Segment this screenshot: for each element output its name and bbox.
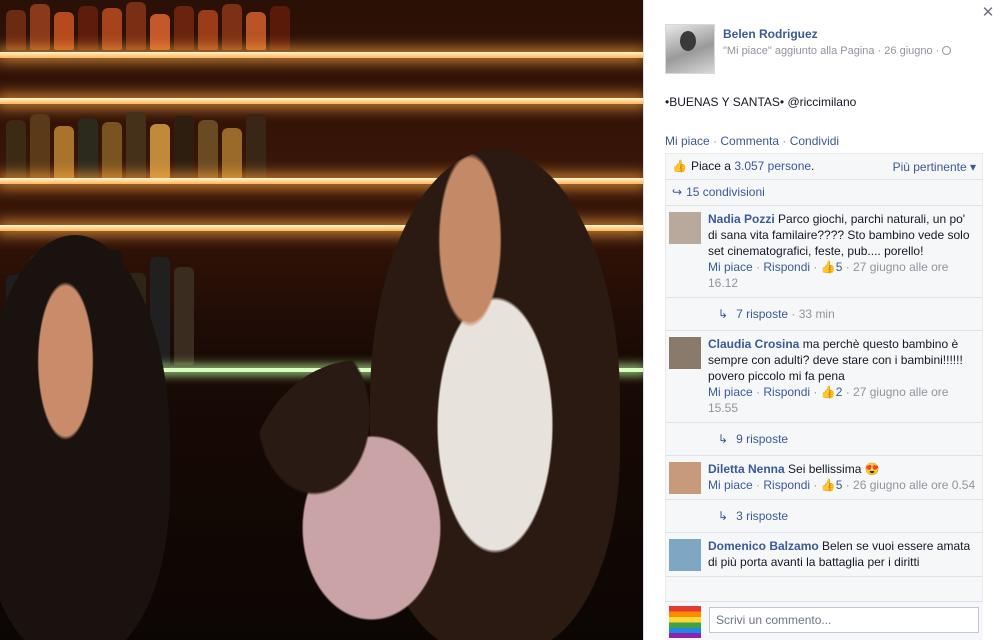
- comment-item: Domenico Balzamo Belen se vuoi essere am…: [666, 533, 982, 577]
- likes-suffix: .: [811, 159, 815, 173]
- my-avatar: [669, 606, 701, 638]
- comment-author[interactable]: Claudia Crosina: [708, 337, 799, 351]
- reply-arrow-icon: ↳: [718, 307, 729, 321]
- commenter-avatar[interactable]: [669, 212, 701, 244]
- thumbs-up-icon: 👍: [820, 260, 836, 274]
- comment-likes-number: 5: [835, 260, 843, 274]
- comment-like-count[interactable]: 👍5: [821, 260, 843, 274]
- comment-reply-link[interactable]: Rispondi: [763, 478, 810, 492]
- thumbs-up-icon: 👍: [820, 478, 836, 492]
- comment-like-count[interactable]: 👍5: [821, 478, 843, 492]
- comment-like-link[interactable]: Mi piace: [708, 260, 753, 274]
- comment-composer: [665, 601, 983, 640]
- post-subline-text: "Mi piace" aggiunto alla Pagina · 26 giu…: [723, 45, 940, 57]
- thumbs-up-icon: 👍: [672, 159, 687, 173]
- post-header: Belen Rodriguez "Mi piace" aggiunto alla…: [665, 24, 983, 76]
- comment-reply-link[interactable]: Rispondi: [763, 385, 810, 399]
- comment-like-link[interactable]: Mi piace: [708, 478, 753, 492]
- comment-meta: Mi piace · Rispondi · 👍5 · 27 giugno all…: [708, 260, 949, 290]
- share-link[interactable]: Condividi: [790, 134, 839, 148]
- comment-item: Claudia Crosina ma perchè questo bambino…: [666, 331, 982, 423]
- photo-child: [245, 360, 475, 640]
- commenter-avatar[interactable]: [669, 462, 701, 494]
- post-photo[interactable]: [0, 0, 643, 640]
- view-replies[interactable]: ↳ 7 risposte · 33 min: [666, 298, 982, 331]
- comment-reply-link[interactable]: Rispondi: [763, 260, 810, 274]
- comment-likes-number: 2: [835, 385, 843, 399]
- comment-input[interactable]: [709, 607, 979, 633]
- thumbs-up-icon: 👍: [820, 385, 836, 399]
- reply-arrow-icon: ↳: [718, 432, 729, 446]
- action-separator: ·: [779, 134, 790, 148]
- sort-dropdown[interactable]: Più pertinente ▾: [893, 160, 976, 174]
- comment-meta: Mi piace · Rispondi · 👍5 · 26 giugno all…: [708, 478, 976, 492]
- likes-prefix: Piace a: [690, 159, 735, 173]
- comment-like-link[interactable]: Mi piace: [708, 385, 753, 399]
- comment-text: Sei bellissima 😍: [784, 462, 880, 476]
- comment-author[interactable]: Domenico Balzamo: [708, 539, 819, 553]
- commenter-avatar[interactable]: [669, 539, 701, 571]
- shares-summary[interactable]: ↪ 15 condivisioni: [666, 180, 982, 206]
- replies-count: 3 risposte: [736, 509, 789, 523]
- commenter-avatar[interactable]: [669, 337, 701, 369]
- comment-item: Diletta Nenna Sei bellissima 😍 Mi piace …: [666, 456, 982, 500]
- replies-count: 9 risposte: [736, 432, 789, 446]
- post-subline: "Mi piace" aggiunto alla Pagina · 26 giu…: [723, 45, 952, 57]
- close-icon[interactable]: ✕: [981, 5, 995, 20]
- replies-time: · 33 min: [788, 307, 835, 321]
- comment-item: Nadia Pozzi Parco giochi, parchi natural…: [666, 206, 982, 298]
- likes-count-link[interactable]: 3.057 persone: [734, 159, 811, 173]
- action-separator: ·: [709, 134, 721, 148]
- post-actions: Mi piace · Commenta · Condividi: [665, 134, 839, 148]
- replies-count: 7 risposte: [736, 307, 789, 321]
- comment-author[interactable]: Diletta Nenna: [708, 462, 785, 476]
- comment-author[interactable]: Nadia Pozzi: [708, 212, 775, 226]
- like-link[interactable]: Mi piace: [665, 134, 710, 148]
- author-avatar[interactable]: [665, 24, 715, 74]
- author-name[interactable]: Belen Rodriguez: [723, 27, 818, 41]
- likes-summary: 👍 Piace a 3.057 persone. Più pertinente ▾: [666, 154, 982, 180]
- share-arrow-icon: ↪: [672, 185, 683, 199]
- comment-link[interactable]: Commenta: [720, 134, 779, 148]
- view-replies[interactable]: ↳ 3 risposte: [666, 500, 982, 533]
- comment-time[interactable]: 26 giugno alle ore 0.54: [853, 478, 975, 492]
- comment-meta: Mi piace · Rispondi · 👍2 · 27 giugno all…: [708, 385, 949, 415]
- feedback-panel: 👍 Piace a 3.057 persone. Più pertinente ▾…: [665, 153, 983, 640]
- view-replies[interactable]: ↳ 9 risposte: [666, 423, 982, 456]
- globe-icon: [942, 46, 952, 55]
- comment-likes-number: 5: [835, 478, 843, 492]
- post-sidebar: ✕ Belen Rodriguez "Mi piace" aggiunto al…: [643, 0, 1003, 640]
- reply-arrow-icon: ↳: [718, 509, 729, 523]
- comment-like-count[interactable]: 👍2: [821, 385, 843, 399]
- post-text: •BUENAS Y SANTAS• @riccimilano: [665, 95, 857, 109]
- shares-label: 15 condivisioni: [686, 185, 765, 199]
